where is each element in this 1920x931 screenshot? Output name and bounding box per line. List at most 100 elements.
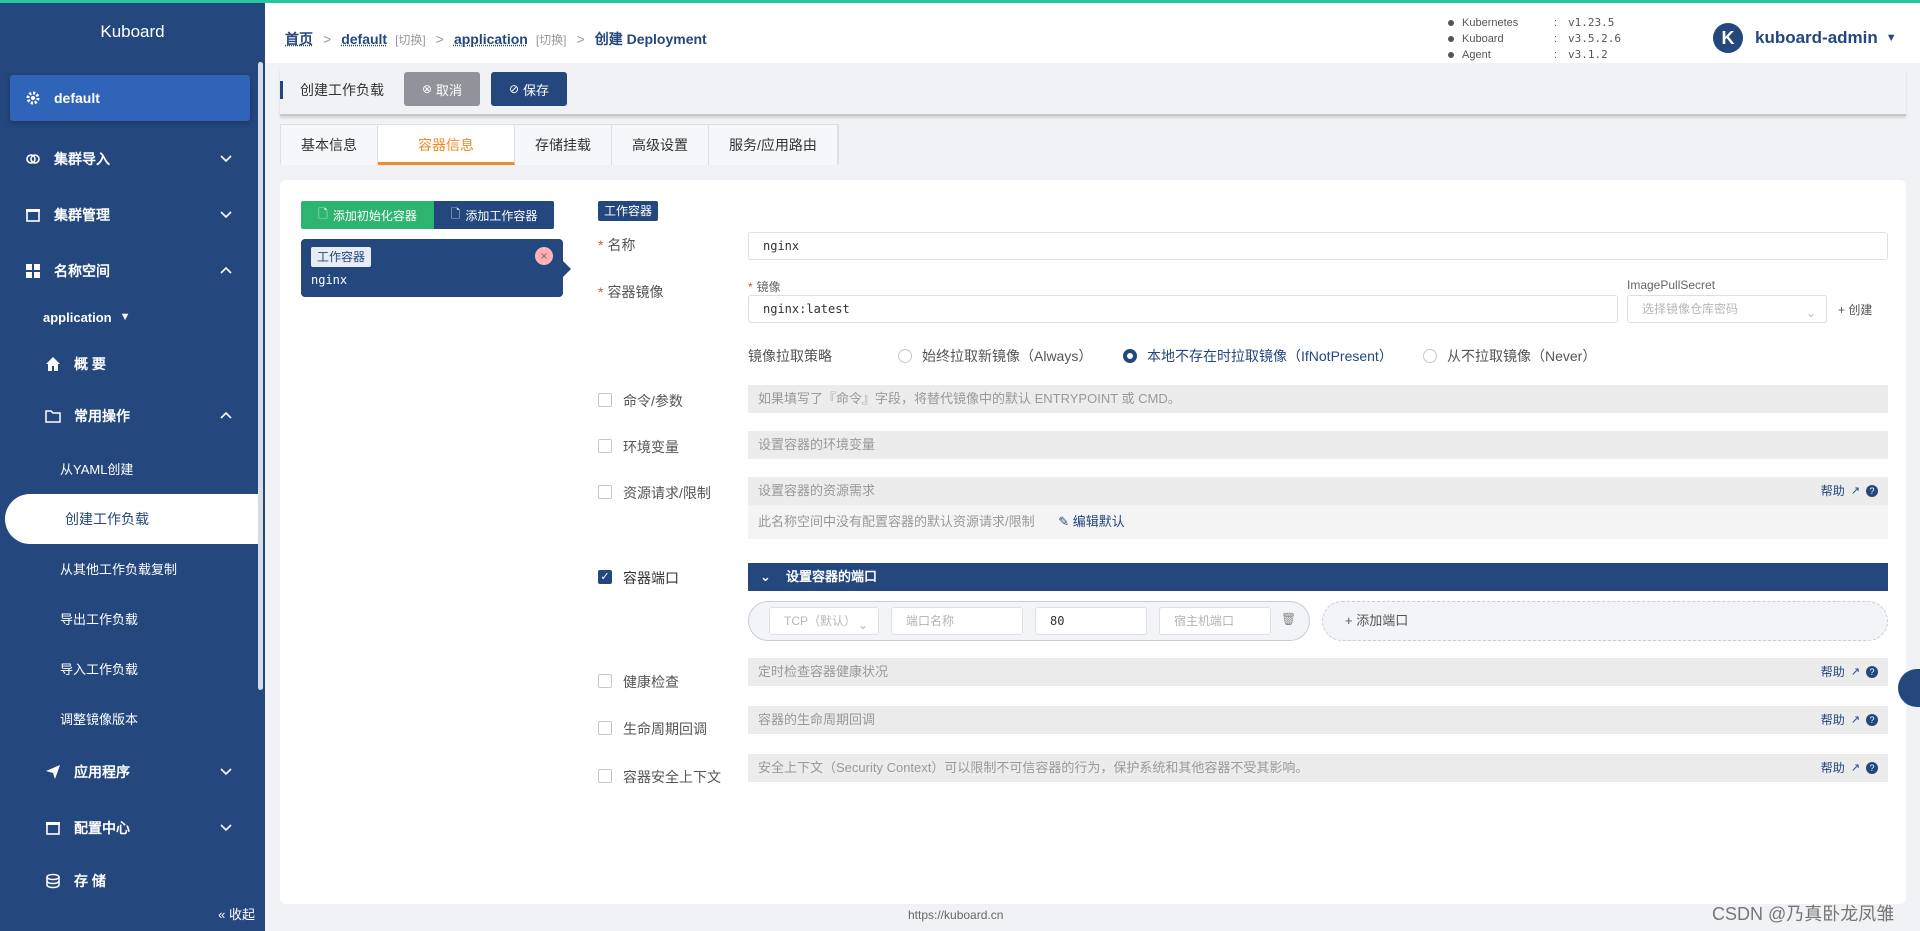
security-bar[interactable]: 安全上下文（Security Context）可以限制不可信容器的行为，保护系统… [748, 754, 1888, 782]
user-menu[interactable]: K kuboard-admin ▼ [1713, 23, 1897, 53]
card-pointer [563, 261, 571, 277]
sidebar-item-adjust-image[interactable]: 调整镜像版本 [0, 696, 258, 740]
lifecycle-bar[interactable]: 容器的生命周期回调 帮助 ↗? [748, 706, 1888, 734]
collapse-sidebar-button[interactable]: « 收起 [218, 904, 255, 923]
tab-advanced[interactable]: 高级设置 [612, 125, 709, 165]
trash-icon[interactable]: 🗑 [1281, 612, 1296, 626]
namespace-selector[interactable]: default [10, 75, 250, 121]
tab-service-route[interactable]: 服务/应用路由 [709, 125, 838, 165]
add-port-button[interactable]: + 添加端口 [1322, 601, 1888, 641]
resource-bar[interactable]: 设置容器的资源需求 帮助 ↗? [748, 477, 1888, 505]
sidebar-item-label: 概 要 [74, 356, 106, 372]
file-icon: 🗋 [450, 206, 461, 221]
port-row: TCP（默认） ⌄ 端口名称 80 宿主机端口 🗑 [748, 601, 1310, 641]
tab-basic-info[interactable]: 基本信息 [281, 125, 378, 165]
sidebar-item-from-yaml[interactable]: 从YAML创建 [0, 446, 258, 490]
image-input[interactable]: nginx:latest [748, 295, 1618, 323]
health-checkbox[interactable] [598, 674, 612, 688]
sidebar-item-cluster-manage[interactable]: 集群管理 [0, 193, 258, 237]
sidebar-item-apps[interactable]: 应用程序 [20, 750, 258, 794]
host-port-input[interactable]: 宿主机端口 [1159, 607, 1271, 635]
health-bar[interactable]: 定时检查容器健康状况 帮助 ↗? [748, 658, 1888, 686]
cluster-switch-link[interactable]: [切换] [395, 31, 426, 48]
top-accent-line [0, 0, 1920, 3]
breadcrumb-namespace[interactable]: application [454, 31, 528, 47]
sidebar-item-config[interactable]: 配置中心 [20, 806, 258, 850]
sidebar-item-import-workload[interactable]: 导入工作负载 [0, 646, 258, 690]
env-label: 环境变量 [623, 439, 679, 455]
close-icon[interactable]: × [535, 247, 553, 265]
chevron-down-icon [220, 211, 232, 219]
add-init-container-button[interactable]: 🗋 添加初始化容器 [301, 201, 434, 229]
lifecycle-checkbox[interactable] [598, 721, 612, 735]
pull-secret-select[interactable]: 选择镜像仓库密码 ⌄ [1627, 295, 1827, 323]
container-name: nginx [311, 273, 348, 287]
cmd-bar[interactable]: 如果填写了『命令』字段，将替代镜像中的默认 ENTRYPOINT 或 CMD。 [748, 385, 1888, 413]
tab-bar: 基本信息 容器信息 存储挂载 高级设置 服务/应用路由 [280, 124, 839, 165]
radio-circle [1423, 349, 1437, 363]
resource-checkbox[interactable] [598, 485, 612, 499]
sidebar-item-label: 名称空间 [54, 263, 110, 279]
avatar: K [1713, 23, 1743, 53]
env-bar[interactable]: 设置容器的环境变量 [748, 431, 1888, 459]
sidebar-item-label: 集群导入 [54, 151, 110, 167]
question-icon: ? [1866, 714, 1878, 726]
tab-storage[interactable]: 存储挂载 [515, 125, 612, 165]
port-value-input[interactable]: 80 [1035, 607, 1147, 635]
breadcrumb-home[interactable]: 首页 [285, 29, 313, 49]
add-work-container-button[interactable]: 🗋 添加工作容器 [434, 201, 554, 229]
help-link[interactable]: 帮助 ↗? [1821, 754, 1878, 782]
save-button[interactable]: ⊘ 保存 [491, 72, 567, 106]
port-protocol-select[interactable]: TCP（默认） ⌄ [769, 607, 879, 635]
sidebar-item-copy-workload[interactable]: 从其他工作负载复制 [0, 546, 258, 590]
help-link[interactable]: 帮助 ↗? [1821, 477, 1878, 505]
pull-policy-never[interactable]: 从不拉取镜像（Never） [1423, 346, 1596, 366]
ports-checkbox[interactable]: ✓ [598, 570, 612, 584]
sidebar-item-storage[interactable]: 存 储 [20, 859, 258, 903]
page-title: 创建工作负载 [300, 82, 384, 98]
namespace-application-dropdown[interactable]: application ▼ [0, 295, 258, 339]
pull-policy-always[interactable]: 始终拉取新镜像（Always） [898, 346, 1092, 366]
ports-section-header[interactable]: ⌄ 设置容器的端口 [748, 563, 1888, 591]
radio-circle [898, 349, 912, 363]
question-icon: ? [1866, 485, 1878, 497]
cancel-button[interactable]: ⊗ 取消 [404, 72, 480, 106]
breadcrumb-cluster[interactable]: default [341, 31, 387, 47]
external-link-icon: ↗ [1850, 666, 1860, 678]
version-info: Kubernetes: v1.23.5 Kuboard: v3.5.2.6 Agen… [1448, 15, 1621, 63]
create-secret-link[interactable]: + 创建 [1838, 301, 1872, 318]
sidebar-item-cluster-import[interactable]: 集群导入 [0, 137, 258, 181]
sidebar-item-namespace[interactable]: 名称空间 [0, 249, 258, 293]
breadcrumb: 首页 > default [切换] > application [切换] > 创… [285, 29, 707, 49]
port-name-input[interactable]: 端口名称 [891, 607, 1023, 635]
footer-link[interactable]: https://kuboard.cn [908, 908, 1003, 922]
namespace-switch-link[interactable]: [切换] [536, 31, 567, 48]
breadcrumb-current: 创建 Deployment [594, 31, 707, 47]
lifecycle-label: 生命周期回调 [623, 721, 707, 737]
pull-secret-label: ImagePullSecret [1627, 278, 1716, 292]
sidebar-scrollbar[interactable] [258, 62, 263, 690]
pull-policy-ifnotpresent[interactable]: 本地不存在时拉取镜像（IfNotPresent） [1123, 346, 1393, 366]
sidebar-item-label: 常用操作 [74, 408, 130, 424]
chevron-right-icon: > [323, 31, 332, 47]
user-name: kuboard-admin [1755, 28, 1878, 47]
sidebar-item-export-workload[interactable]: 导出工作负载 [0, 596, 258, 640]
container-card[interactable]: 工作容器 nginx × [301, 239, 571, 297]
env-checkbox[interactable] [598, 439, 612, 453]
help-link[interactable]: 帮助 ↗? [1821, 658, 1878, 686]
cmd-checkbox[interactable] [598, 393, 612, 407]
sidebar-item-label: 应用程序 [74, 764, 130, 780]
sidebar-item-create-workload[interactable]: 创建工作负载 [5, 494, 259, 544]
tab-container-info[interactable]: 容器信息 [378, 125, 515, 165]
help-link[interactable]: 帮助 ↗? [1821, 706, 1878, 734]
namespace-name: default [54, 90, 100, 106]
sidebar-item-common-ops[interactable]: 常用操作 [20, 394, 258, 438]
security-checkbox[interactable] [598, 769, 612, 783]
chevron-down-icon [220, 824, 232, 832]
name-input[interactable]: nginx [748, 232, 1888, 260]
chevron-down-icon [220, 155, 232, 163]
edit-default-link[interactable]: ✎ 编辑默认 [1058, 514, 1125, 529]
file-icon: 🗋 [318, 206, 328, 221]
send-icon [44, 764, 62, 780]
sidebar-item-overview[interactable]: 概 要 [20, 342, 258, 386]
